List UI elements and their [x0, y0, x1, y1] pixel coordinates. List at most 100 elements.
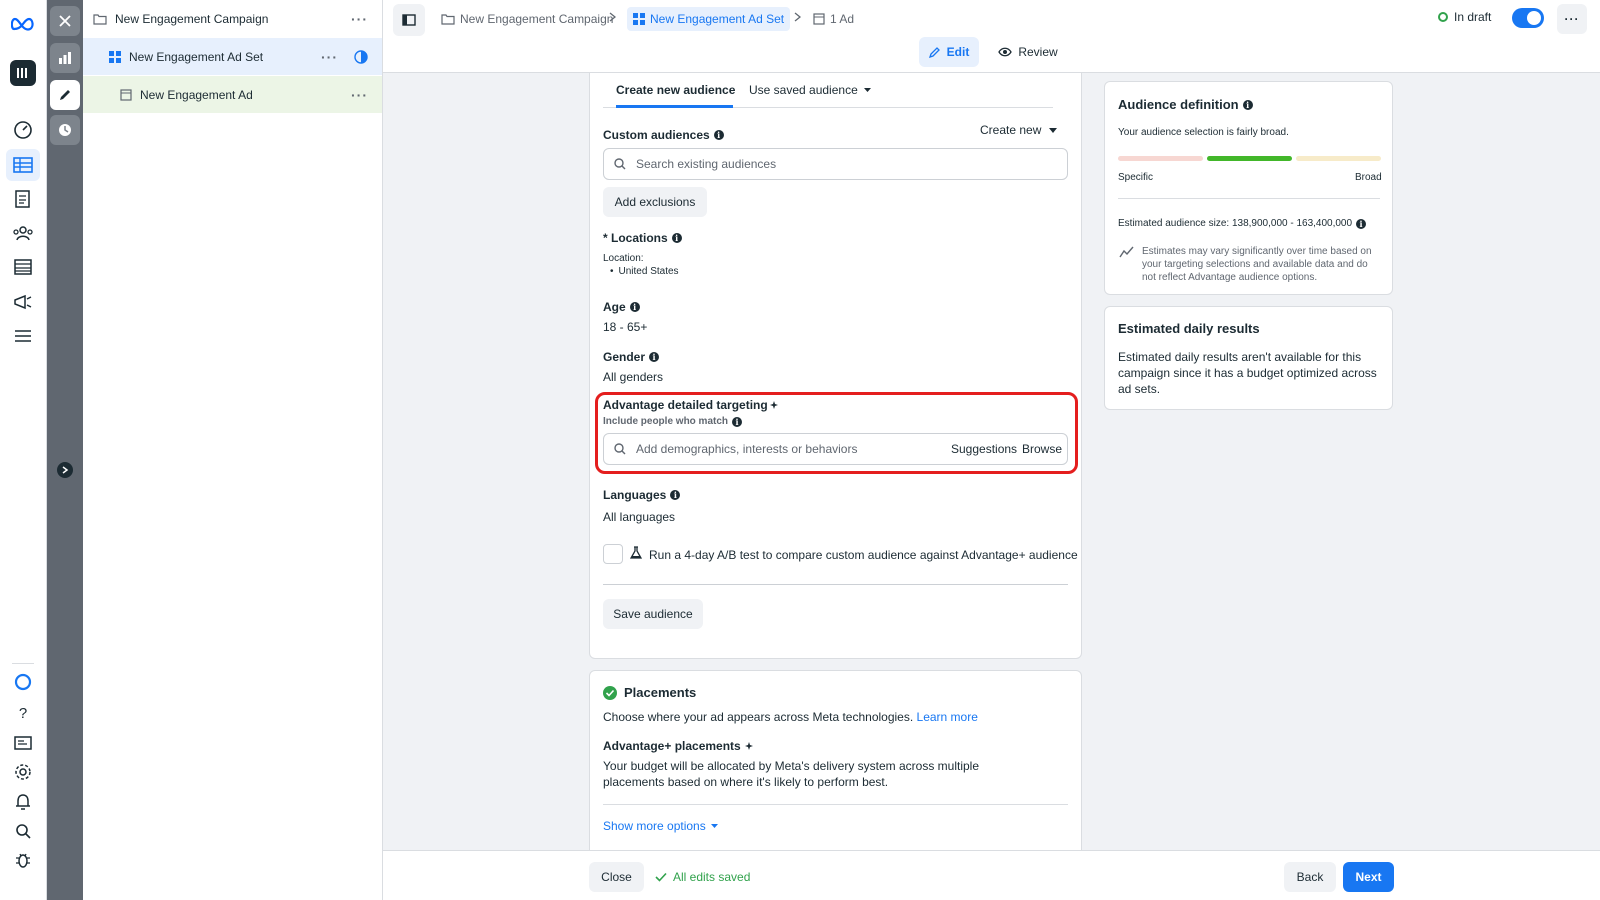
rail-divider: [12, 663, 34, 664]
breadcrumb-adset[interactable]: New Engagement Ad Set: [627, 7, 791, 31]
more-options-icon[interactable]: ···: [1557, 4, 1587, 34]
breadth-meter-active-segment: [1207, 156, 1292, 161]
gender-value[interactable]: All genders: [603, 370, 663, 384]
save-status: All edits saved: [655, 862, 750, 892]
info-icon[interactable]: i: [671, 233, 682, 243]
breadcrumb-campaign[interactable]: New Engagement Campaign: [441, 7, 613, 31]
info-icon[interactable]: i: [1242, 99, 1253, 110]
breadth-meter-specific-segment: [1118, 156, 1203, 161]
age-label-text: Age: [603, 300, 626, 314]
campaigns-megaphone-icon[interactable]: [10, 289, 36, 315]
edit-pencil-icon[interactable]: [50, 80, 80, 110]
save-status-label: All edits saved: [673, 870, 751, 884]
billing-icon[interactable]: [10, 254, 36, 280]
ab-test-label: Run a 4-day A/B test to compare custom a…: [649, 548, 1078, 562]
info-icon[interactable]: i: [649, 352, 660, 362]
news-icon[interactable]: [10, 730, 36, 756]
ads-manager-table-icon[interactable]: [6, 149, 40, 181]
settings-gear-icon[interactable]: [10, 759, 36, 785]
ad-more-options-icon[interactable]: ···: [351, 87, 368, 103]
top-bar: New Engagement Campaign New Engagement A…: [383, 0, 1600, 73]
create-new-dropdown[interactable]: Create new: [980, 123, 1058, 137]
all-tools-menu-icon[interactable]: [10, 323, 36, 349]
location-sublabel: Location:: [603, 253, 644, 264]
tree-item-ad[interactable]: New Engagement Ad ···: [83, 76, 382, 113]
breadcrumb-ad[interactable]: 1 Ad: [813, 7, 854, 31]
info-icon[interactable]: i: [713, 130, 724, 140]
show-more-options-link[interactable]: Show more options: [603, 819, 718, 833]
ab-test-checkbox[interactable]: [603, 544, 623, 564]
tab-create-new-audience[interactable]: Create new audience: [616, 83, 735, 97]
back-button[interactable]: Back: [1284, 862, 1336, 892]
languages-label-text: Languages: [603, 488, 667, 502]
estimated-size-text: Estimated audience size: 138,900,000 - 1…: [1118, 218, 1353, 229]
chevron-right-icon: [609, 12, 616, 22]
locations-label-text: * Locations: [603, 231, 668, 245]
audience-card: Create new audience Use saved audience C…: [589, 73, 1082, 659]
active-tab-indicator: [616, 105, 733, 108]
reports-icon[interactable]: [10, 186, 36, 212]
custom-audience-search[interactable]: Search existing audiences: [603, 148, 1068, 180]
sparkle-icon: [744, 742, 753, 750]
advantage-placements-label-text: Advantage+ placements: [603, 739, 741, 753]
daily-results-line-2: campaign since it has a budget optimized…: [1118, 366, 1377, 380]
divider: [603, 804, 1068, 805]
estimated-size: Estimated audience size: 138,900,000 - 1…: [1118, 218, 1367, 229]
caret-down-icon: [1049, 127, 1058, 133]
close-button[interactable]: Close: [589, 862, 644, 892]
info-icon[interactable]: i: [1356, 218, 1367, 229]
performance-chart-icon[interactable]: [50, 43, 80, 73]
caret-down-icon: [710, 824, 718, 828]
gender-label: Gender i: [603, 350, 660, 364]
breadcrumb-adset-label: New Engagement Ad Set: [650, 12, 785, 26]
languages-value[interactable]: All languages: [603, 510, 675, 524]
advantage-desc-line-1: Your budget will be allocated by Meta's …: [603, 759, 980, 773]
search-icon[interactable]: [10, 818, 36, 844]
expand-chevron-icon[interactable]: [57, 462, 73, 478]
account-avatar[interactable]: [10, 60, 36, 86]
custom-audiences-label-text: Custom audiences: [603, 128, 710, 142]
tree-item-adset[interactable]: New Engagement Ad Set ···: [83, 38, 382, 75]
eye-icon: [998, 47, 1018, 57]
learn-more-link[interactable]: Learn more: [917, 710, 978, 724]
edit-mode-label: Edit: [946, 45, 970, 59]
tab-use-saved-audience-label: Use saved audience: [749, 83, 858, 97]
audience-tabs: Create new audience Use saved audience: [603, 74, 1053, 108]
dashboard-gauge-icon[interactable]: [10, 117, 36, 143]
adset-more-options-icon[interactable]: ···: [321, 49, 338, 65]
create-new-label: Create new: [980, 123, 1042, 137]
next-button[interactable]: Next: [1343, 862, 1394, 892]
close-editor-button[interactable]: [50, 6, 80, 36]
review-mode-button[interactable]: Review: [993, 37, 1063, 67]
info-icon[interactable]: i: [629, 302, 640, 312]
add-exclusions-button[interactable]: Add exclusions: [603, 187, 707, 217]
tree-adset-label: New Engagement Ad Set: [129, 49, 264, 64]
half-circle-status-icon: [354, 49, 368, 64]
chevron-right-icon: [794, 12, 801, 22]
breadcrumb-ad-label: 1 Ad: [830, 12, 855, 26]
age-value[interactable]: 18 - 65+: [603, 320, 647, 334]
meter-broad-label: Broad: [1355, 172, 1382, 183]
tree-item-campaign[interactable]: New Engagement Campaign ···: [83, 0, 382, 37]
tree-ad-label: New Engagement Ad: [140, 87, 253, 102]
panel-toggle-icon[interactable]: [393, 4, 425, 36]
tab-use-saved-audience[interactable]: Use saved audience: [749, 83, 871, 97]
bug-report-icon[interactable]: [10, 847, 36, 873]
gender-label-text: Gender: [603, 350, 646, 364]
meta-ai-icon[interactable]: [10, 669, 36, 695]
campaign-more-options-icon[interactable]: ···: [351, 11, 368, 27]
tree-campaign-label: New Engagement Campaign: [115, 11, 269, 26]
audiences-icon[interactable]: [10, 220, 36, 246]
meta-logo-icon[interactable]: [10, 11, 36, 37]
locations-label: * Locations i: [603, 231, 682, 245]
save-audience-button[interactable]: Save audience: [603, 599, 703, 629]
campaign-on-off-toggle[interactable]: [1512, 8, 1544, 28]
help-icon[interactable]: ?: [10, 700, 36, 726]
info-icon[interactable]: i: [670, 490, 681, 500]
daily-results-card: Estimated daily results Estimated daily …: [1104, 306, 1393, 410]
estimate-note-line-2: your targeting selections and available …: [1142, 259, 1368, 270]
placements-card: Placements Choose where your ad appears …: [589, 670, 1082, 850]
notifications-bell-icon[interactable]: [10, 789, 36, 815]
history-clock-icon[interactable]: [50, 115, 80, 145]
edit-mode-button[interactable]: Edit: [919, 37, 979, 67]
